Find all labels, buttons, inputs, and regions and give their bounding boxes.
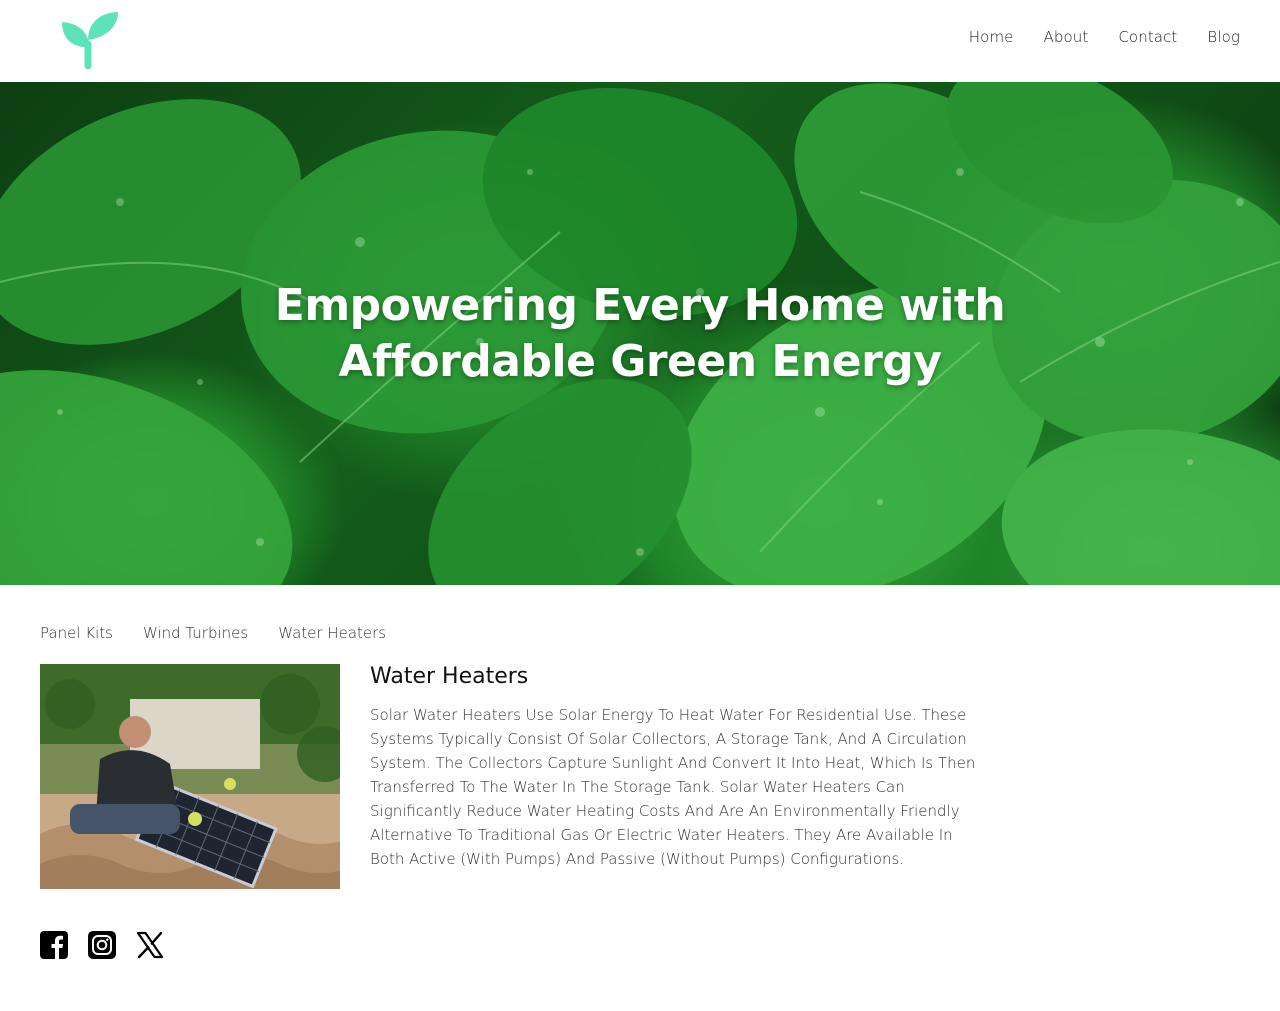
tab-panel-kits[interactable]: Panel Kits <box>40 624 113 642</box>
solar-installation-photo <box>40 664 340 889</box>
hero-banner: Empowering Every Home with Affordable Gr… <box>0 82 1280 585</box>
product-description: Solar Water Heaters Use Solar Energy To … <box>370 706 976 868</box>
tab-wind-turbines[interactable]: Wind Turbines <box>143 624 248 642</box>
facebook-icon[interactable] <box>40 931 68 959</box>
nav-home-link[interactable]: Home <box>969 28 1014 46</box>
tab-water-heaters[interactable]: Water Heaters <box>278 624 386 642</box>
nav-about-link[interactable]: About <box>1044 28 1089 46</box>
hero-title-line1: Empowering Every Home with <box>274 280 1006 331</box>
hero-title-line2: Affordable Green Energy <box>338 336 942 387</box>
nav-contact-link[interactable]: Contact <box>1118 28 1177 46</box>
x-icon[interactable] <box>136 931 164 959</box>
main-nav: Home About Contact Blog <box>939 28 1240 46</box>
product-category-tabs: Panel Kits Wind Turbines Water Heaters <box>40 624 416 642</box>
instagram-icon[interactable] <box>88 931 116 959</box>
site-header: Home About Contact Blog <box>0 0 1280 82</box>
hero-title: Empowering Every Home with Affordable Gr… <box>0 278 1280 390</box>
nav-blog-link[interactable]: Blog <box>1207 28 1240 46</box>
product-title: Water Heaters <box>370 664 529 689</box>
social-links <box>40 931 184 959</box>
sprout-logo-icon[interactable] <box>60 10 120 70</box>
